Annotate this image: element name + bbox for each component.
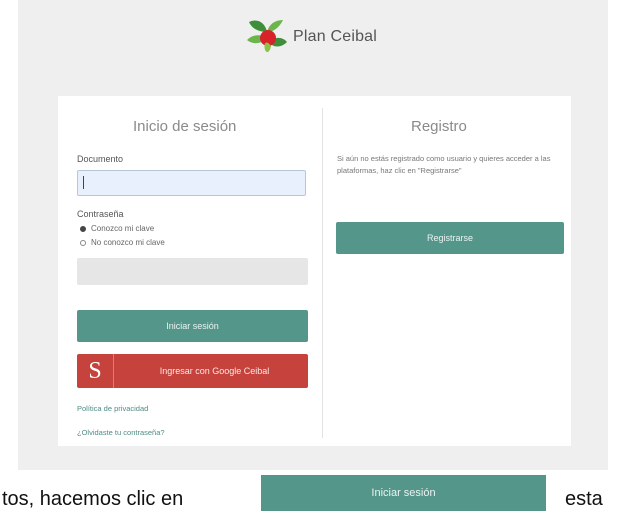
radio-unknown-password[interactable]: No conozco mi clave	[80, 238, 165, 247]
google-login-button[interactable]: S Ingresar con Google Ceibal	[77, 354, 308, 388]
radio-selected-icon	[80, 225, 86, 232]
register-button[interactable]: Registrarse	[336, 222, 564, 254]
google-button-label: Ingresar con Google Ceibal	[159, 366, 270, 376]
ceibal-leaf-icon	[247, 20, 287, 53]
column-divider	[322, 108, 323, 438]
plan-ceibal-logo: Plan Ceibal	[243, 12, 393, 58]
register-description: Si aún no estás registrado como usuario …	[337, 154, 551, 175]
forgot-password-link[interactable]: ¿Olvidaste tu contraseña?	[77, 428, 165, 437]
brand-name: Plan Ceibal	[293, 28, 378, 45]
radio-unknown-label: No conozco mi clave	[91, 238, 165, 247]
radio-known-label: Conozco mi clave	[91, 224, 155, 233]
document-label: Documento	[77, 154, 124, 164]
login-button[interactable]: Iniciar sesión	[77, 310, 308, 342]
document-input[interactable]	[77, 170, 306, 196]
radio-empty-icon	[80, 239, 86, 246]
radio-known-password[interactable]: Conozco mi clave	[80, 224, 154, 233]
text-cursor	[83, 176, 84, 189]
password-label: Contraseña	[77, 209, 124, 219]
password-input[interactable]	[77, 258, 308, 285]
register-title: Registro	[411, 118, 467, 135]
privacy-link[interactable]: Política de privacidad	[77, 404, 148, 413]
caption-login-button: Iniciar sesión	[261, 475, 546, 511]
caption-text-before: tos, hacemos clic en	[2, 488, 184, 510]
caption-text-after: esta	[565, 488, 603, 510]
google-icon: S	[77, 354, 114, 388]
login-title: Inicio de sesión	[133, 118, 237, 135]
